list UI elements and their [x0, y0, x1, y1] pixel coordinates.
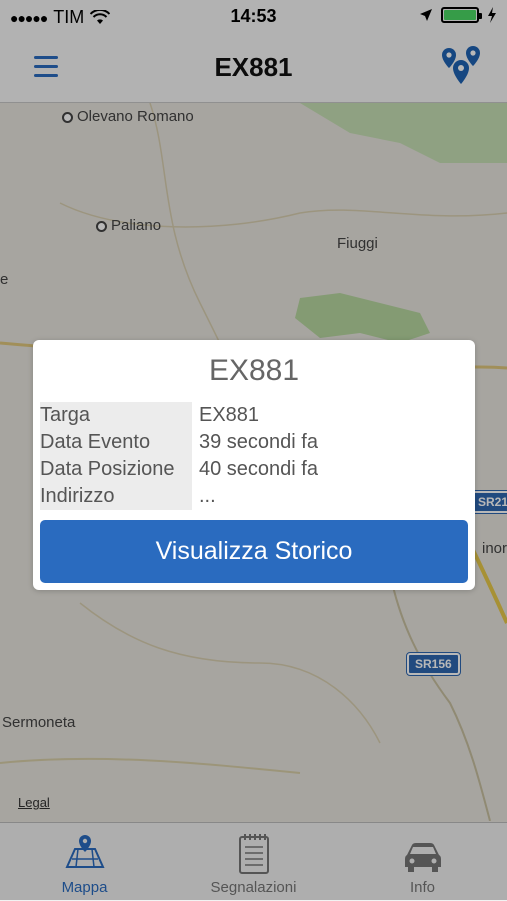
detail-row: Data Posizione 40 secondi fa	[40, 456, 318, 483]
location-arrow-icon	[420, 9, 432, 21]
navigation-bar: EX881	[0, 34, 507, 103]
car-icon	[404, 843, 441, 872]
detail-label: Targa	[40, 402, 192, 429]
tab-mappa[interactable]: Mappa	[0, 823, 169, 901]
popup-title: EX881	[208, 354, 300, 387]
tab-label: Info	[409, 879, 436, 896]
tab-label: Mappa	[61, 879, 108, 896]
place-dot-icon	[96, 220, 107, 232]
status-right	[419, 7, 497, 23]
detail-value: 40 secondi fa	[199, 458, 318, 480]
view-history-button[interactable]: Visualizza Storico	[40, 520, 468, 583]
detail-row: Indirizzo ...	[40, 483, 318, 510]
road-shield: SR156	[406, 652, 461, 676]
place-name: Fiuggi	[337, 235, 378, 252]
map-place-label: Sermoneta	[2, 714, 75, 731]
detail-row: Targa EX881	[40, 402, 318, 429]
battery-icon	[441, 7, 482, 23]
tab-segnalazioni[interactable]: Segnalazioni	[169, 823, 338, 901]
vehicle-details-table: Targa EX881 Data Evento 39 secondi fa Da…	[40, 402, 318, 510]
detail-value: 39 secondi fa	[199, 431, 318, 453]
detail-value: ...	[199, 485, 216, 507]
page-title: EX881	[214, 52, 293, 82]
charging-bolt-icon	[488, 7, 496, 23]
detail-value: EX881	[199, 404, 260, 426]
legal-link[interactable]: Legal	[18, 795, 50, 810]
detail-label: Indirizzo	[40, 483, 192, 510]
map-place-label: Olevano Romano	[62, 108, 194, 125]
status-bar: ●●●●● TIM 14:53	[0, 0, 507, 34]
tab-label: Segnalazioni	[210, 879, 297, 896]
detail-label: Data Evento	[40, 429, 192, 456]
detail-label: Data Posizione	[40, 456, 192, 483]
road-shield: SR214	[469, 490, 507, 514]
map-partial-label: inor	[482, 540, 507, 557]
notepad-icon	[238, 834, 269, 874]
map-place-label: Paliano	[96, 217, 161, 234]
place-name: Paliano	[111, 217, 162, 234]
tab-bar: Mappa Segnalazioni Info	[0, 822, 507, 901]
place-name: inor	[482, 540, 507, 557]
place-name: e	[0, 271, 9, 288]
multiple-location-pins-icon[interactable]	[439, 46, 483, 86]
vehicle-info-popup: EX881 Targa EX881 Data Evento 39 secondi…	[33, 340, 475, 590]
tab-info[interactable]: Info	[338, 823, 507, 901]
map-place-label: Fiuggi	[337, 235, 378, 252]
detail-row: Data Evento 39 secondi fa	[40, 429, 318, 456]
map-partial-label: e	[0, 271, 8, 288]
place-name: Sermoneta	[2, 714, 76, 731]
map-icon	[64, 835, 105, 868]
place-dot-icon	[62, 111, 73, 123]
place-name: Olevano Romano	[77, 108, 194, 125]
